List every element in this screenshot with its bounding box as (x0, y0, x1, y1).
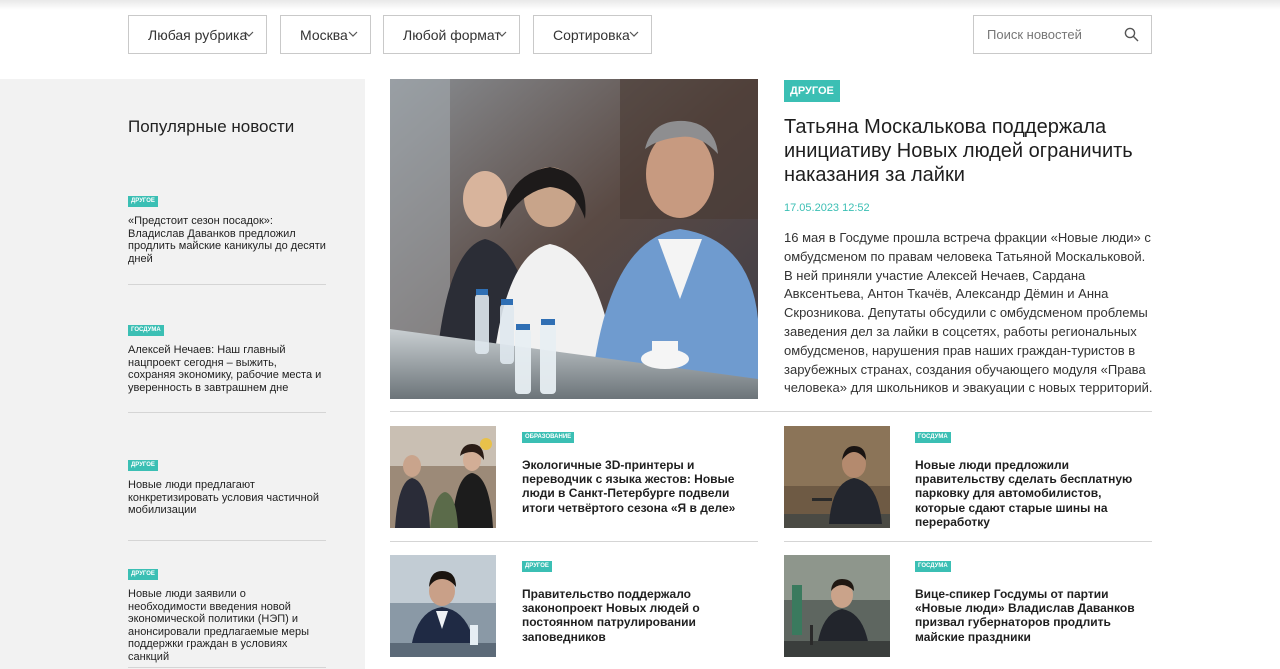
featured-category-tag[interactable]: Другое (784, 80, 840, 102)
category-tag[interactable]: Образование (522, 432, 575, 443)
news-card-image[interactable] (390, 555, 496, 657)
popular-news-item[interactable]: Другое Новые люди заявили о необходимост… (128, 562, 326, 668)
category-tag[interactable]: Другое (522, 561, 552, 572)
divider (128, 667, 326, 668)
format-select-label: Любой формат (403, 26, 501, 43)
news-card-image[interactable] (390, 426, 496, 528)
sidebar-title: Популярные новости (128, 117, 295, 136)
category-tag[interactable]: Другое (128, 460, 158, 471)
news-card-image[interactable] (784, 555, 890, 657)
news-card-title[interactable]: Новые люди предложили правительству сдел… (915, 458, 1153, 529)
divider (128, 540, 326, 541)
divider (784, 541, 1152, 542)
popular-news-item[interactable]: Другое «Предстоит сезон посадок»: Владис… (128, 189, 326, 285)
chevron-down-icon (629, 31, 639, 37)
format-select[interactable]: Любой формат (383, 15, 520, 54)
category-tag[interactable]: Другое (128, 569, 158, 580)
popular-news-item[interactable]: Другое Новые люди предлагают конкретизир… (128, 453, 326, 541)
city-select-label: Москва (300, 26, 348, 43)
top-shadow (0, 0, 1280, 10)
popular-news-link[interactable]: Алексей Нечаев: Наш главный нацпроект се… (128, 344, 326, 394)
category-tag[interactable]: Другое (128, 196, 158, 207)
featured-news-date: 17.05.2023 12:52 (784, 202, 870, 214)
news-card-title[interactable]: Правительство поддержало законопроект Но… (522, 587, 760, 644)
category-tag[interactable]: Госдума (915, 561, 951, 572)
news-card-title[interactable]: Вице-спикер Госдумы от партии «Новые люд… (915, 587, 1153, 644)
rubric-select-label: Любая рубрика (148, 26, 248, 43)
chevron-down-icon (348, 31, 358, 37)
popular-news-link[interactable]: Новые люди предлагают конкретизировать у… (128, 479, 326, 517)
news-card-image[interactable] (784, 426, 890, 528)
chevron-down-icon (497, 31, 507, 37)
city-select[interactable]: Москва (280, 15, 371, 54)
search-box (973, 15, 1152, 54)
sort-select-label: Сортировка (553, 26, 630, 43)
category-tag[interactable]: Госдума (915, 432, 951, 443)
chevron-down-icon (244, 31, 254, 37)
divider (390, 541, 758, 542)
popular-news-item[interactable]: Госдума Алексей Нечаев: Наш главный нацп… (128, 318, 326, 413)
search-icon[interactable] (1124, 27, 1139, 42)
category-tag[interactable]: Госдума (128, 325, 164, 336)
search-input[interactable] (974, 16, 1114, 53)
featured-news-title[interactable]: Татьяна Москалькова поддержала инициатив… (784, 115, 1154, 187)
popular-news-sidebar: Популярные новости Другое «Предстоит сез… (0, 79, 365, 669)
rubric-select[interactable]: Любая рубрика (128, 15, 267, 54)
news-card-title[interactable]: Экологичные 3D-принтеры и переводчик с я… (522, 458, 760, 515)
divider (390, 411, 1152, 412)
featured-news-image[interactable] (390, 79, 758, 399)
popular-news-link[interactable]: «Предстоит сезон посадок»: Владислав Дав… (128, 215, 326, 265)
divider (128, 284, 326, 285)
popular-news-link[interactable]: Новые люди заявили о необходимости введе… (128, 588, 326, 663)
sort-select[interactable]: Сортировка (533, 15, 652, 54)
featured-news-summary: 16 мая в Госдуме прошла встреча фракции … (784, 230, 1153, 396)
divider (128, 412, 326, 413)
